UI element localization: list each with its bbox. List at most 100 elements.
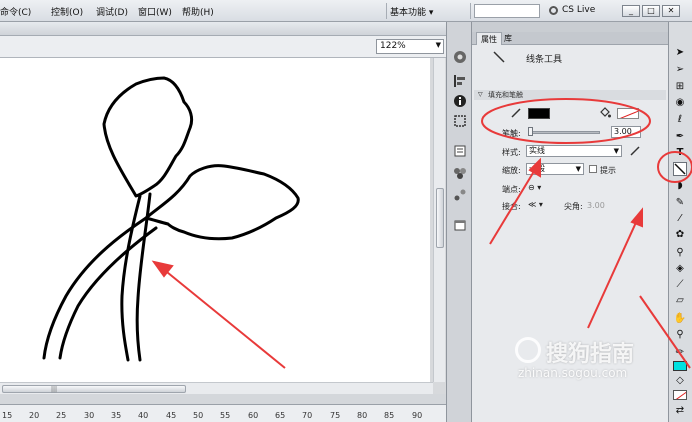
ruler-tick: 90 xyxy=(412,411,423,420)
selection-tool[interactable]: ➤ xyxy=(673,46,687,60)
ruler-tick: 50 xyxy=(193,411,204,420)
transform-panel-icon[interactable] xyxy=(453,114,467,128)
line-tool[interactable] xyxy=(673,162,687,176)
zoom-tool[interactable]: ⚲ xyxy=(673,328,687,342)
align-panel-icon[interactable] xyxy=(453,74,467,88)
swap-colors-tool[interactable]: ⇄ xyxy=(673,404,687,418)
chevron-down-icon: ▼ xyxy=(435,41,441,49)
chevron-down-icon: ▼ xyxy=(613,147,619,155)
paint-bucket-tool[interactable]: ◈ xyxy=(673,262,687,276)
stroke-color-swatch[interactable] xyxy=(528,108,550,119)
scale-label: 缩放: xyxy=(502,166,521,175)
join-label: 接合: xyxy=(502,202,521,211)
fill-color-swatch[interactable] xyxy=(617,108,639,119)
horizontal-scrollbar[interactable]: ||| xyxy=(0,382,433,394)
cs-live-button[interactable]: CS Live xyxy=(562,5,595,15)
fill-color-tool[interactable]: ◇ xyxy=(673,374,687,388)
close-button[interactable]: ✕ xyxy=(662,5,680,17)
scale-value: 一般 xyxy=(529,164,545,173)
miter-value[interactable]: 3.00 xyxy=(587,201,605,210)
fill-color-chip[interactable] xyxy=(673,361,687,371)
maximize-button[interactable]: □ xyxy=(642,5,660,17)
fill-stroke-section-header[interactable]: 填充和笔触 xyxy=(474,90,666,100)
timeline-ruler[interactable]: 15 20 25 30 35 40 45 50 55 60 65 70 75 8… xyxy=(0,404,446,422)
horizontal-scroll-thumb[interactable]: ||| xyxy=(2,385,186,393)
stroke-color-tool[interactable]: ✏ xyxy=(673,346,687,360)
lasso-tool[interactable]: ℓ xyxy=(673,113,687,127)
minimize-button[interactable]: _ xyxy=(622,5,640,17)
pen-tool[interactable]: ✒ xyxy=(673,130,687,144)
stage-canvas[interactable] xyxy=(0,58,430,382)
stroke-slider-track[interactable] xyxy=(528,131,600,134)
panel-header-bar xyxy=(472,22,668,32)
ruler-tick: 45 xyxy=(166,411,177,420)
ruler-tick: 75 xyxy=(330,411,341,420)
eyedropper-tool[interactable]: ⟋ xyxy=(673,278,687,292)
sogou-logo-icon xyxy=(515,337,541,363)
style-label: 样式: xyxy=(502,148,521,157)
ruler-tick: 85 xyxy=(384,411,395,420)
menu-divider xyxy=(386,3,387,19)
menu-window[interactable]: 窗口(W) xyxy=(138,5,172,18)
code-snippets-icon[interactable] xyxy=(453,218,467,232)
motion-presets-icon[interactable] xyxy=(453,188,467,202)
style-select[interactable]: 实线 ▼ xyxy=(526,145,622,157)
no-color-button[interactable] xyxy=(673,390,687,400)
ruler-tick: 70 xyxy=(302,411,313,420)
subselection-tool[interactable]: ➢ xyxy=(673,63,687,77)
search-input[interactable] xyxy=(474,4,540,18)
tab-properties[interactable]: 属性 xyxy=(476,32,502,45)
ruler-tick: 20 xyxy=(29,411,40,420)
menu-debug[interactable]: 调试(D) xyxy=(96,5,128,18)
color-panel-icon[interactable] xyxy=(453,50,467,64)
workspace-label: 基本功能 xyxy=(390,8,427,18)
join-select[interactable]: ≪ ▾ xyxy=(528,200,543,209)
stroke-slider-knob[interactable] xyxy=(528,127,533,136)
free-transform-tool[interactable]: ⊞ xyxy=(673,80,687,94)
deco-tool[interactable]: ✿ xyxy=(673,228,687,242)
miter-label: 尖角: xyxy=(564,202,583,211)
ruler-tick: 35 xyxy=(111,411,122,420)
hint-label: 提示 xyxy=(600,166,616,175)
watermark-text: 搜狗指南 xyxy=(546,342,635,367)
ruler-tick: 40 xyxy=(138,411,149,420)
cs-live-icon xyxy=(549,6,558,15)
vertical-scroll-thumb[interactable] xyxy=(436,188,444,248)
cap-select[interactable]: ⊖ ▾ xyxy=(528,183,541,192)
edit-stroke-style-icon[interactable] xyxy=(628,144,642,158)
scale-select[interactable]: 一般 ▼ xyxy=(526,163,584,175)
eraser-tool[interactable]: ▱ xyxy=(673,294,687,308)
menu-help[interactable]: 帮助(H) xyxy=(182,5,214,18)
document-tab-bar xyxy=(0,22,446,36)
ruler-tick: 30 xyxy=(84,411,95,420)
history-panel-icon[interactable] xyxy=(453,144,467,158)
stroke-label: 笔触: xyxy=(502,129,521,138)
chevron-down-icon: ▽ xyxy=(478,91,483,98)
hint-checkbox[interactable] xyxy=(589,165,597,173)
pencil-tool[interactable]: ✎ xyxy=(673,196,687,210)
components-panel-icon[interactable] xyxy=(453,166,467,180)
bone-tool[interactable]: ⚲ xyxy=(673,246,687,260)
tab-library[interactable]: 库 xyxy=(500,32,516,45)
text-tool[interactable]: T xyxy=(673,146,687,160)
3d-rotation-tool[interactable]: ◉ xyxy=(673,96,687,110)
menu-divider xyxy=(470,3,471,19)
ruler-tick: 65 xyxy=(275,411,286,420)
pencil-icon xyxy=(511,108,521,118)
tool-name: 线条工具 xyxy=(526,55,563,65)
zoom-select[interactable]: 122% ▼ xyxy=(376,39,444,54)
menu-commands[interactable]: 命令(C) xyxy=(0,5,31,18)
workspace-switcher[interactable]: 基本功能 ▾ xyxy=(390,5,433,18)
brush-tool[interactable]: ⁄ xyxy=(673,212,687,226)
hand-tool[interactable]: ✋ xyxy=(673,312,687,326)
zoom-value: 122% xyxy=(380,41,406,51)
menu-control[interactable]: 控制(O) xyxy=(51,5,83,18)
vertical-scrollbar[interactable] xyxy=(433,58,445,382)
stroke-width-input[interactable]: 3.00 xyxy=(611,126,641,138)
rectangle-tool[interactable]: ◗ xyxy=(673,179,687,193)
collapsed-panel-strip xyxy=(446,22,472,422)
line-tool-icon xyxy=(674,163,686,175)
ruler-tick: 55 xyxy=(220,411,231,420)
info-panel-icon[interactable] xyxy=(453,94,467,108)
upper-leaf xyxy=(102,76,194,198)
